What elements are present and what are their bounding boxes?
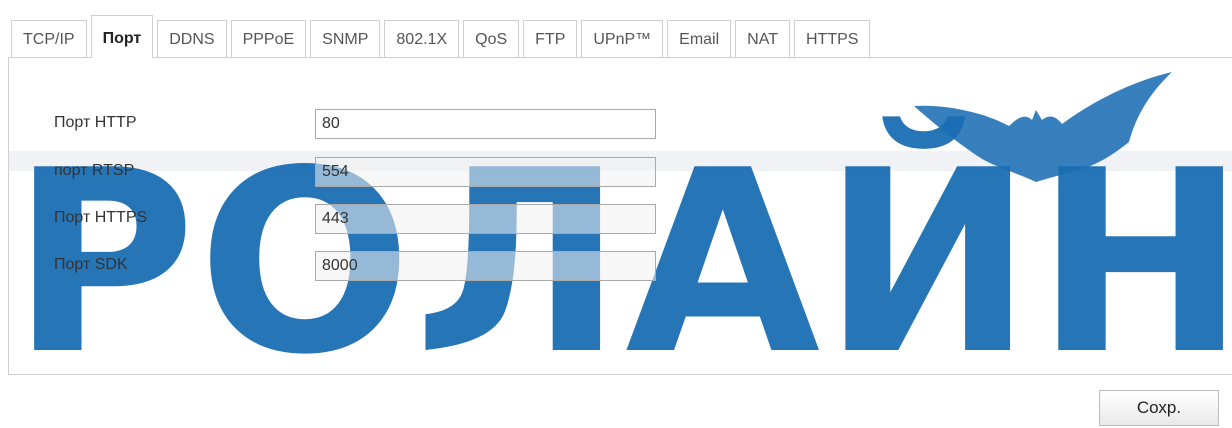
sdk-port-row: Порт SDK (9, 251, 669, 283)
tab-ftp[interactable]: FTP (523, 20, 578, 58)
rtsp-port-row: порт RTSP (9, 157, 669, 189)
tab-nat[interactable]: NAT (735, 20, 790, 58)
tab-upnp[interactable]: UPnP™ (581, 20, 664, 58)
http-port-label: Порт HTTP (54, 114, 137, 131)
sdk-port-label: Порт SDK (54, 256, 128, 273)
tab-email[interactable]: Email (667, 20, 732, 58)
sdk-port-input[interactable] (315, 251, 656, 281)
tab-qos[interactable]: QoS (463, 20, 520, 58)
https-port-label: Порт HTTPS (54, 209, 148, 226)
tab-tcpip[interactable]: TCP/IP (11, 20, 87, 58)
settings-tabbar: TCP/IP Порт DDNS PPPoE SNMP 802.1X QoS F… (11, 15, 874, 58)
http-port-input[interactable] (315, 109, 656, 139)
tab-snmp[interactable]: SNMP (310, 20, 381, 58)
rtsp-port-label: порт RTSP (54, 162, 135, 179)
tab-pppoe[interactable]: PPPoE (230, 20, 307, 58)
save-button[interactable]: Сохр. (1099, 390, 1219, 426)
port-settings-page: TCP/IP Порт DDNS PPPoE SNMP 802.1X QoS F… (0, 0, 1232, 428)
tab-https[interactable]: HTTPS (793, 20, 871, 58)
tab-ddns[interactable]: DDNS (157, 20, 227, 58)
rtsp-port-input[interactable] (315, 157, 656, 187)
http-port-row: Порт HTTP (9, 109, 669, 141)
https-port-row: Порт HTTPS (9, 204, 669, 236)
tab-port[interactable]: Порт (90, 15, 154, 58)
tab-8021x[interactable]: 802.1X (384, 20, 460, 58)
https-port-input[interactable] (315, 204, 656, 234)
port-settings-panel: РОЛАЙН Порт HTTP порт RTSP Порт HTTPS По… (8, 57, 1232, 375)
